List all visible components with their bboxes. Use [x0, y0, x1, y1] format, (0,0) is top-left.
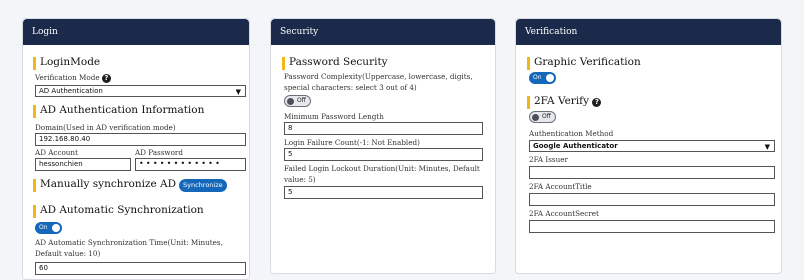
- lockout-duration-label: Failed Login Lockout Duration(Unit: Minu…: [284, 164, 480, 184]
- section-accent-bar: [282, 57, 285, 70]
- twofa-toggle-label: Off: [542, 113, 551, 120]
- section-accent-bar: [527, 57, 530, 70]
- domain-label: Domain(Used in AD verification mode): [35, 123, 176, 132]
- failure-count-label: Login Failure Count(-1: Not Enabled): [284, 138, 420, 147]
- verification-mode-select[interactable]: AD Authentication ▼: [35, 85, 246, 97]
- login-panel-header: Login: [23, 19, 249, 45]
- synchronize-button[interactable]: Synchronize: [179, 179, 227, 192]
- ad-password-input[interactable]: ••••••••••••: [135, 158, 246, 171]
- min-length-input[interactable]: 8: [284, 122, 483, 135]
- auth-method-label: Authentication Method: [529, 129, 614, 138]
- twofa-issuer-label: 2FA Issuer: [529, 155, 568, 164]
- domain-input[interactable]: 192.168.80.40: [35, 133, 246, 146]
- graphic-verification-title: Graphic Verification: [534, 56, 641, 68]
- auto-sync-title: AD Automatic Synchronization: [40, 204, 204, 216]
- verification-mode-label-text: Verification Mode: [35, 73, 100, 82]
- help-icon[interactable]: ?: [592, 98, 602, 107]
- failure-count-input[interactable]: 5: [284, 148, 483, 161]
- verification-panel-header: Verification: [516, 19, 781, 45]
- min-length-label: Minimum Password Length: [284, 112, 384, 121]
- security-panel: Security Password Security Password Comp…: [270, 18, 496, 274]
- verification-panel: Verification Graphic Verification On 2FA…: [515, 18, 782, 274]
- dropdown-arrow-icon: ▼: [764, 143, 770, 151]
- twofa-toggle[interactable]: Off: [529, 111, 556, 123]
- auto-sync-time-label: AD Automatic Synchronization Time(Unit: …: [35, 238, 223, 258]
- auto-sync-toggle[interactable]: On: [35, 222, 62, 234]
- password-security-title: Password Security: [289, 56, 388, 68]
- section-accent-bar: [33, 57, 36, 70]
- lockout-duration-input[interactable]: 5: [284, 186, 483, 199]
- security-panel-header: Security: [271, 19, 495, 45]
- verification-mode-label: Verification Mode ?: [35, 73, 111, 83]
- section-accent-bar: [527, 96, 530, 109]
- twofa-account-title-input[interactable]: [529, 193, 775, 206]
- twofa-issuer-input[interactable]: [529, 166, 775, 179]
- twofa-account-title-label: 2FA AccountTitle: [529, 182, 592, 191]
- toggle-knob: [546, 74, 554, 82]
- login-mode-title: LoginMode: [40, 56, 101, 68]
- graphic-verification-toggle-label: On: [533, 74, 542, 81]
- toggle-knob: [532, 114, 539, 121]
- password-complexity-toggle-label: Off: [297, 97, 306, 104]
- graphic-verification-toggle[interactable]: On: [529, 72, 556, 84]
- auth-method-value: Google Authenticator: [533, 142, 618, 150]
- twofa-verify-title-text: 2FA Verify: [534, 95, 590, 107]
- section-accent-bar: [33, 105, 36, 118]
- toggle-knob: [52, 224, 60, 232]
- manual-sync-title: Manually synchronize AD: [40, 178, 177, 190]
- auth-method-select[interactable]: Google Authenticator ▼: [529, 140, 775, 152]
- verification-mode-value: AD Authentication: [39, 87, 103, 95]
- login-panel: Login LoginMode Verification Mode ? AD A…: [22, 18, 250, 280]
- password-complexity-label: Password Complexity(Uppercase, lowercase…: [284, 72, 473, 92]
- auto-sync-toggle-label: On: [39, 224, 48, 231]
- section-accent-bar: [33, 205, 36, 218]
- twofa-account-secret-input[interactable]: [529, 220, 775, 233]
- ad-info-title: AD Authentication Information: [40, 104, 205, 116]
- ad-account-input[interactable]: hessonchien: [35, 158, 131, 171]
- twofa-verify-title: 2FA Verify ?: [534, 95, 602, 107]
- ad-account-label: AD Account: [35, 148, 78, 157]
- ad-password-label: AD Password: [135, 148, 183, 157]
- toggle-knob: [287, 98, 294, 105]
- dropdown-arrow-icon: ▼: [235, 88, 241, 96]
- help-icon[interactable]: ?: [101, 74, 111, 83]
- password-complexity-toggle[interactable]: Off: [284, 95, 311, 107]
- section-accent-bar: [33, 179, 36, 192]
- twofa-account-secret-label: 2FA AccountSecret: [529, 209, 599, 218]
- auto-sync-time-input[interactable]: 60: [35, 262, 246, 275]
